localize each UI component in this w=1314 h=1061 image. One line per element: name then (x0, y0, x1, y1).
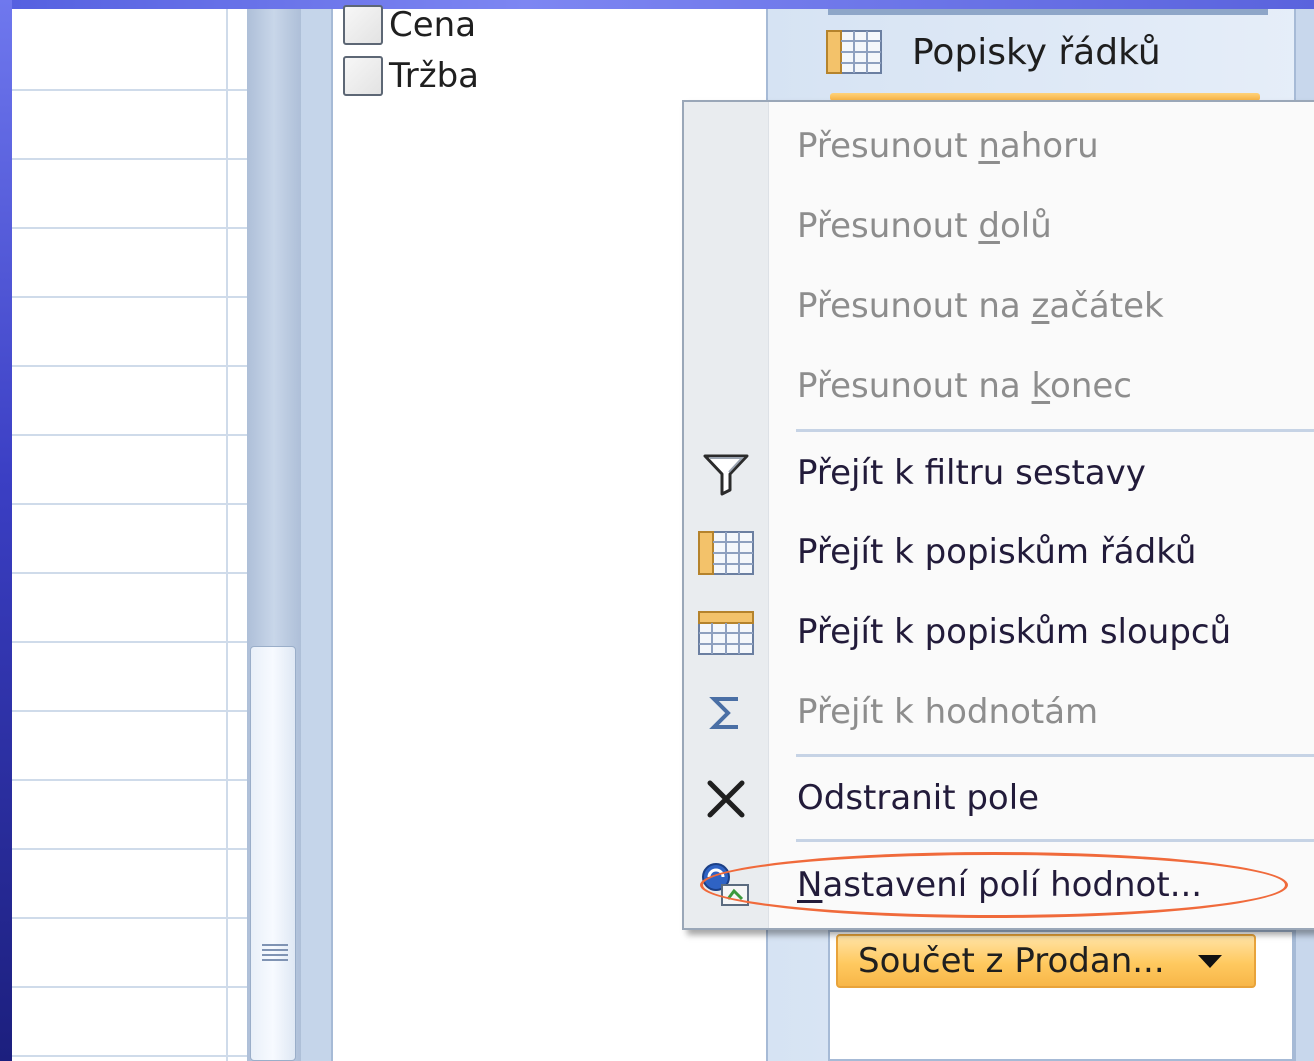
grip-icon (262, 944, 288, 968)
menu-item-move-down[interactable]: Přesunout dolů (684, 191, 1314, 261)
worksheet-grid[interactable] (12, 9, 247, 1061)
window-frame-left (0, 0, 12, 1061)
sigma-icon (698, 691, 754, 735)
values-field-button[interactable]: Součet z Prodan... (836, 934, 1256, 988)
menu-item-label: Přesunout na konec (797, 366, 1132, 406)
menu-item-label: Přesunout dolů (797, 206, 1052, 246)
menu-item-go-to-report-filter[interactable]: Přejít k filtru sestavy (684, 438, 1314, 508)
menu-item-move-up[interactable]: Přesunout nahoru (684, 111, 1314, 181)
values-field-label: Součet z Prodan... (858, 941, 1165, 981)
field-label: Cena (389, 5, 477, 45)
menu-item-label: Nastavení polí hodnot... (797, 865, 1203, 905)
field-checkbox[interactable] (343, 5, 383, 45)
panel-divider (301, 9, 331, 1061)
field-settings-icon (698, 863, 754, 908)
grid-column-line (226, 9, 228, 1061)
area-box-border (828, 9, 1268, 15)
menu-item-label: Přejít k popiskům sloupců (797, 612, 1232, 652)
column-labels-icon (698, 611, 754, 655)
menu-item-go-to-row-labels[interactable]: Přejít k popiskům řádků (684, 517, 1314, 587)
dropdown-arrow-icon[interactable] (1198, 954, 1222, 968)
row-labels-title: Popisky řádků (912, 31, 1161, 73)
menu-item-label: Odstranit pole (797, 778, 1040, 818)
menu-item-label: Přesunout nahoru (797, 126, 1099, 166)
menu-item-label: Přejít k hodnotám (797, 692, 1099, 732)
menu-item-label: Přesunout na začátek (797, 286, 1164, 326)
menu-item-move-to-start[interactable]: Přesunout na začátek (684, 271, 1314, 341)
row-labels-area-header: Popisky řádků (826, 22, 1161, 82)
menu-separator (796, 429, 1314, 432)
menu-item-go-to-values[interactable]: Přejít k hodnotám (684, 677, 1314, 747)
menu-item-remove-field[interactable]: Odstranit pole (684, 763, 1314, 833)
remove-x-icon (698, 777, 754, 821)
row-labels-icon (698, 531, 754, 575)
menu-item-value-field-settings[interactable]: Nastavení polí hodnot... (684, 850, 1314, 920)
field-item-trzba[interactable]: Tržba (343, 54, 479, 98)
menu-item-move-to-end[interactable]: Přesunout na konec (684, 351, 1314, 421)
menu-item-go-to-column-labels[interactable]: Přejít k popiskům sloupců (684, 597, 1314, 667)
field-label: Tržba (389, 56, 480, 96)
scrollbar-thumb[interactable] (250, 646, 296, 1061)
menu-item-label: Přejít k filtru sestavy (797, 453, 1146, 493)
menu-separator (796, 839, 1314, 842)
row-labels-icon (826, 30, 882, 74)
menu-item-label: Přejít k popiskům řádků (797, 532, 1197, 572)
filter-icon (698, 452, 754, 496)
menu-separator (796, 754, 1314, 757)
window-frame-top (0, 0, 1314, 9)
field-item-cena[interactable]: Cena (343, 3, 476, 47)
field-checkbox[interactable] (343, 56, 383, 96)
